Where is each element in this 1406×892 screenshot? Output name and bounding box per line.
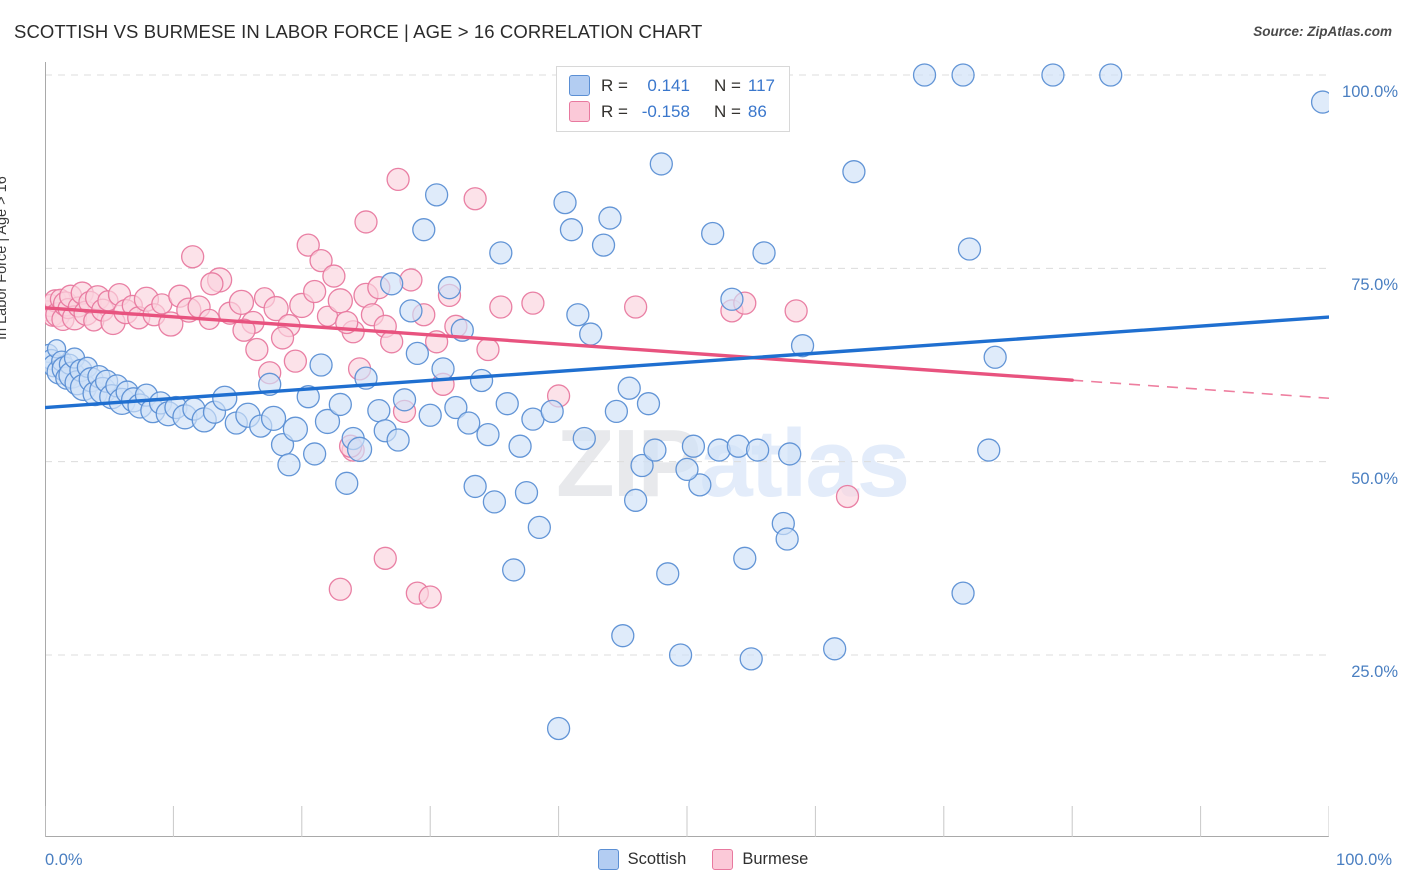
n-value-burmese: 86: [747, 101, 767, 121]
swatch-scottish-icon: [569, 75, 590, 96]
y-axis-tick-label: 25.0%: [1351, 663, 1398, 681]
page-title: SCOTTISH VS BURMESE IN LABOR FORCE | AGE…: [14, 21, 703, 42]
y-axis-tick-label: 100.0%: [1342, 83, 1398, 101]
swatch-burmese-icon: [569, 101, 590, 122]
gridlines: [45, 74, 1329, 656]
legend-item-scottish[interactable]: Scottish: [597, 849, 687, 870]
r-label-burmese: R =: [601, 101, 628, 121]
burmese-trendline: [45, 306, 1329, 400]
n-value-scottish: 117: [747, 75, 775, 95]
legend-item-burmese[interactable]: Burmese: [712, 849, 808, 870]
source-attribution: Source: ZipAtlas.com: [1253, 24, 1392, 39]
legend-label-burmese: Burmese: [742, 850, 809, 868]
legend-label-scottish: Scottish: [627, 850, 687, 868]
correlation-chart-page: SCOTTISH VS BURMESE IN LABOR FORCE | AGE…: [0, 0, 1406, 892]
legend-swatch-scottish-icon: [597, 849, 619, 870]
r-value-scottish: 0.141: [647, 75, 690, 95]
scatter-plot-svg: [45, 62, 1329, 837]
y-axis-tick-label: 75.0%: [1351, 276, 1398, 295]
correlation-stats-legend: R = 0.141 N = 117 R = -0.158 N = 86: [556, 66, 790, 132]
legend-swatch-burmese-icon: [712, 849, 734, 870]
y-axis-title: In Labor Force | Age > 16: [0, 176, 10, 340]
plot-area: [45, 62, 1329, 837]
r-value-burmese: -0.158: [641, 101, 690, 121]
r-label-scottish: R =: [601, 75, 628, 95]
stats-row-burmese: R = -0.158 N = 86: [569, 100, 775, 123]
y-axis-tick-label: 50.0%: [1351, 469, 1398, 488]
x-axis-ticks: [45, 806, 1329, 837]
n-label-burmese: N =: [713, 101, 741, 121]
series-legend: Scottish Burmese: [0, 849, 1406, 870]
scottish-points: [45, 63, 1329, 741]
n-label-scottish: N =: [713, 75, 741, 95]
burmese-points: [45, 167, 860, 609]
stats-row-scottish: R = 0.141 N = 117: [569, 74, 775, 97]
